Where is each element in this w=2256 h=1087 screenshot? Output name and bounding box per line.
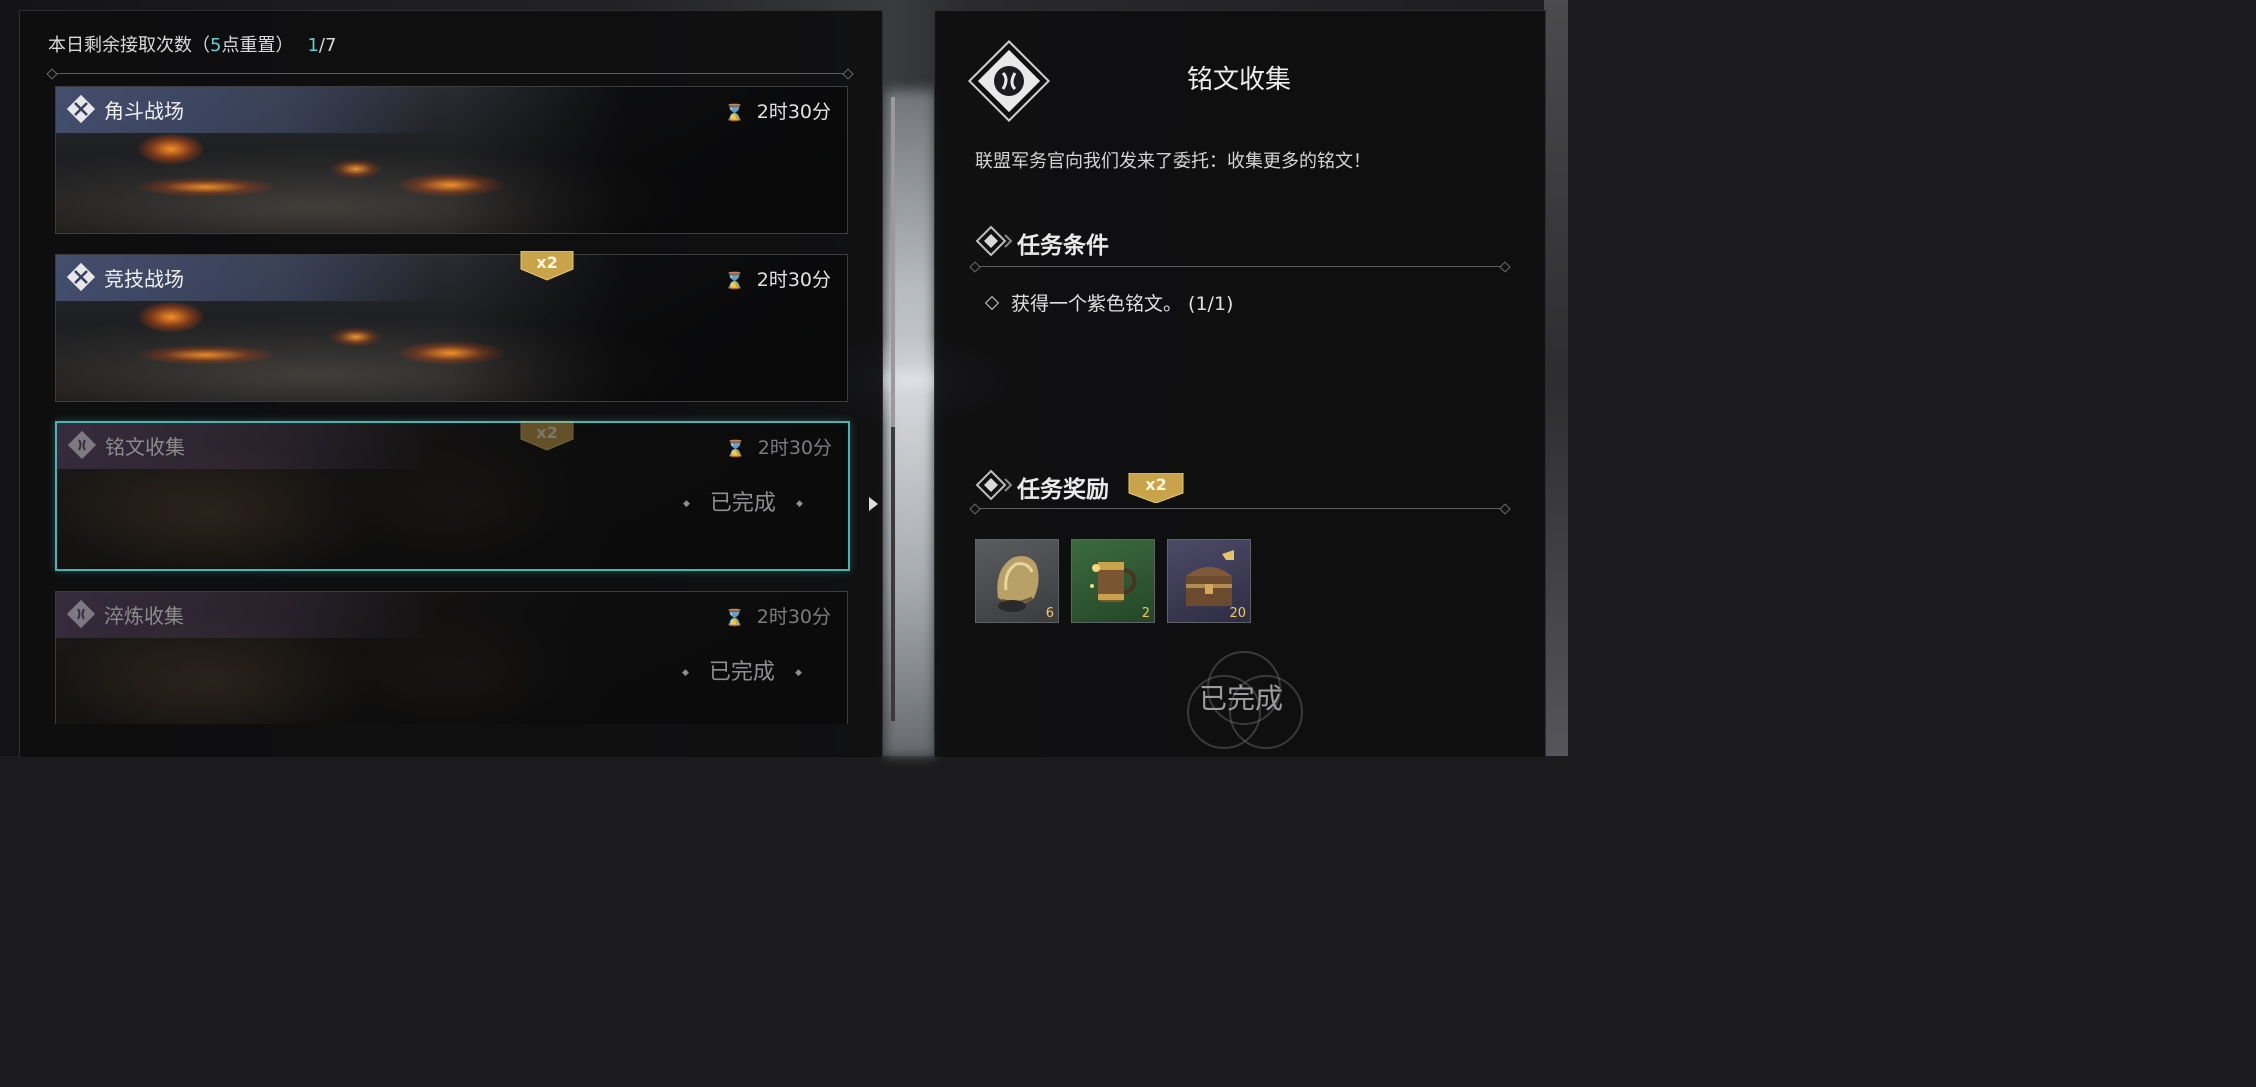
mission-list-scrollbar[interactable] [891,97,895,721]
list-divider [52,73,848,74]
diamond-icon: ◆ [794,668,802,678]
reward-quantity: 2 [1141,606,1150,621]
detail-status-label: 已完成 [1199,682,1284,715]
hourglass-icon: ⌛ [724,271,745,290]
mission-title: 竞技战场 [104,267,184,291]
mission-title: 淬炼收集 [104,604,184,628]
crossed-swords-icon [66,94,96,124]
selected-arrow-icon [869,497,878,511]
mission-timer: ⌛ 2时30分 [724,101,831,123]
mission-title: 角斗战场 [104,99,184,123]
reward-item[interactable]: 20 [1167,539,1251,623]
quota-prefix: 本日剩余接取次数（ [48,35,210,56]
inscription-emblem-icon [967,39,1051,123]
hourglass-icon: ⌛ [725,439,746,458]
hourglass-icon: ⌛ [724,608,745,627]
detail-description: 联盟军务官向我们发来了委托：收集更多的铭文！ [975,151,1371,172]
detail-title: 铭文收集 [1187,65,1292,95]
rewards-divider [975,508,1505,509]
mission-timer: ⌛ 2时30分 [725,437,832,459]
diamond-icon: ◆ [683,499,690,509]
mission-list-panel: 本日剩余接取次数（5点重置） 1/7 角斗战场 ⌛ 2时30分 竞技战场 ⌛ 2时30… [19,10,895,757]
background-edge [1544,0,1568,756]
mission-status: ◆ 已完成 ◆ [683,491,803,516]
diamond-section-icon [975,225,1013,257]
condition-item: 获得一个紫色铭文。 (1/1) [984,289,1233,316]
reward-item[interactable]: 2 [1071,539,1155,623]
mission-card-refining[interactable]: 淬炼收集 ⌛ 2时30分 ◆ 已完成 ◆ [55,591,848,724]
double-reward-badge: x2 [519,420,575,451]
mission-card-competitive[interactable]: 竞技战场 ⌛ 2时30分 [55,254,848,402]
hourglass-icon: ⌛ [724,103,745,122]
bullet-diamond-icon [984,295,1000,311]
conditions-heading: 任务条件 [1017,233,1109,259]
quota-reset-hour: 5 [210,35,222,56]
quota-suffix: 点重置） [221,35,294,56]
reward-item[interactable]: 6 [975,539,1059,623]
diamond-section-icon [975,469,1013,501]
mission-status: ◆ 已完成 ◆ [682,660,802,685]
detail-status: 已完成 [1167,651,1317,749]
crossed-swords-icon [66,262,96,292]
mission-timer: ⌛ 2时30分 [724,606,831,628]
inscription-icon [67,430,97,460]
mission-card-arena[interactable]: 角斗战场 ⌛ 2时30分 [55,86,848,234]
reward-quantity: 6 [1045,606,1054,621]
mission-timer: ⌛ 2时30分 [724,269,831,291]
diamond-icon: ◆ [795,499,803,509]
mission-detail-panel: 铭文收集 联盟军务官向我们发来了委托：收集更多的铭文！ 任务条件 获得一个紫色铭… [934,10,1546,757]
diamond-icon: ◆ [682,668,689,678]
inscription-icon [66,599,96,629]
rewards-heading: 任务奖励 [1017,477,1109,503]
quota-count: 1/7 [307,35,337,56]
rewards-double-badge: x2 [1127,472,1184,504]
mission-card-inscription[interactable]: 铭文收集 ⌛ 2时30分 ◆ 已完成 ◆ [55,421,850,571]
scrollbar-thumb[interactable] [891,97,895,427]
conditions-divider [975,266,1505,267]
reward-quantity: 20 [1229,606,1246,621]
double-reward-badge: x2 [519,250,575,281]
mission-title: 铭文收集 [105,435,185,459]
daily-quota: 本日剩余接取次数（5点重置） 1/7 [48,31,336,57]
